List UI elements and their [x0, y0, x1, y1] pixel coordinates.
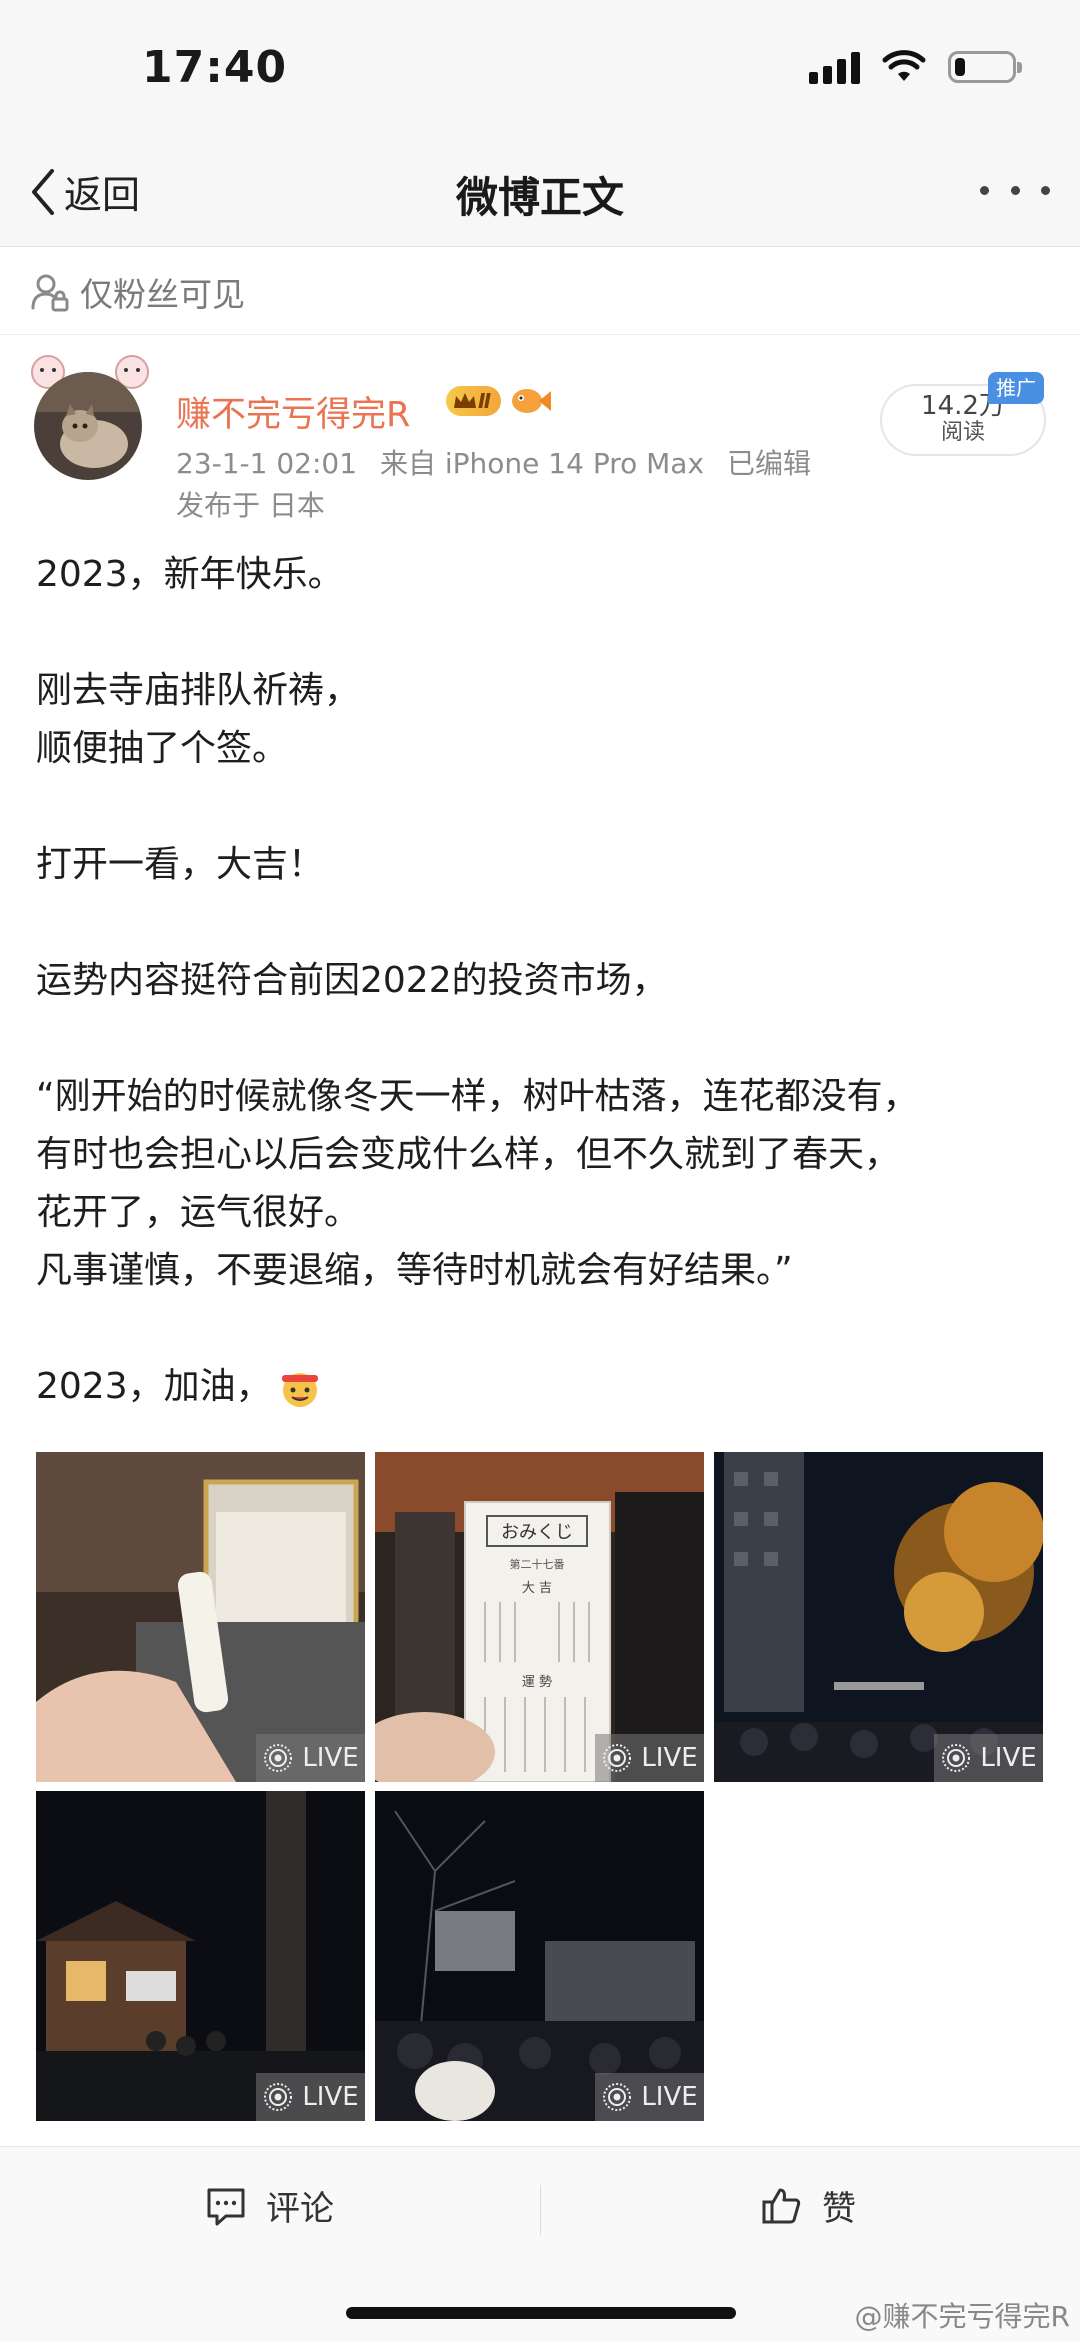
- vip-badge[interactable]: Ⅱ: [446, 386, 502, 416]
- post-text-line: [36, 1300, 1046, 1358]
- visibility-label: 仅粉丝可见: [80, 275, 245, 314]
- live-label: LIVE: [641, 1743, 698, 1773]
- thumbs-up-icon: [762, 2188, 801, 2223]
- fans-only-lock-icon: [31, 274, 69, 312]
- more-dot-icon: [1010, 185, 1020, 195]
- live-photo-icon: [264, 1744, 293, 1772]
- nav-bar: 返回 微博正文: [0, 140, 1080, 247]
- read-label: 阅读: [940, 420, 985, 445]
- crown-icon: [454, 393, 476, 408]
- like-button[interactable]: 赞: [760, 2181, 856, 2230]
- post-text-line: 凡事谨慎，不要退缩，等待时机就会有好结果。”: [36, 1250, 793, 1291]
- post-text-line: 打开一看，大吉！: [36, 844, 325, 885]
- live-label: LIVE: [302, 1743, 359, 1773]
- post-text-line: 运势内容挺符合前因2022的投资市场，: [36, 960, 668, 1001]
- live-photo-icon: [603, 2083, 632, 2111]
- post-body: 2023，新年快乐。 刚去寺庙排队祈祷， 顺便抽了个签。 打开一看，大吉！ 运势内容挺符…: [36, 546, 1046, 1416]
- comment-label: 评论: [266, 2189, 334, 2229]
- author-watermark: @赚不完亏得完R: [854, 2300, 1070, 2333]
- live-photo-icon: [264, 2083, 293, 2111]
- more-dot-icon: [1041, 185, 1050, 195]
- live-photo-icon: [603, 1744, 632, 1772]
- comment-icon: [207, 2188, 245, 2225]
- battery-level: [955, 58, 965, 76]
- live-photo-badge: LIVE: [595, 1734, 704, 1782]
- bottom-action-bar: 评论 赞 @赚不完亏得完R: [0, 2146, 1080, 2342]
- slip-subtitle: 第二十七番: [510, 1557, 565, 1571]
- divider: [0, 334, 1080, 335]
- fish-badge-icon[interactable]: [509, 384, 553, 418]
- post-text-line: 2023，新年快乐。: [36, 554, 344, 595]
- live-photo-badge: LIVE: [595, 2073, 704, 2121]
- home-indicator[interactable]: [346, 2307, 736, 2319]
- live-label: LIVE: [980, 1743, 1037, 1773]
- post-text-last: 2023，加油，: [36, 1366, 272, 1407]
- post-photo[interactable]: LIVE: [375, 1791, 704, 2121]
- wifi-icon: [882, 50, 926, 81]
- post-text-line: [36, 1010, 1046, 1068]
- visibility-notice: 仅粉丝可见: [30, 268, 245, 316]
- more-options-button[interactable]: [980, 170, 1050, 210]
- post-photo[interactable]: LIVE: [714, 1452, 1043, 1782]
- author-avatar[interactable]: [34, 372, 142, 480]
- comment-button[interactable]: 评论: [204, 2181, 334, 2230]
- post-source: 来自 iPhone 14 Pro Max: [379, 447, 705, 480]
- post-photo[interactable]: LIVE: [36, 1452, 365, 1782]
- edited-label[interactable]: 已编辑: [727, 447, 811, 480]
- post-text-line: 2023，加油，: [36, 1358, 1046, 1416]
- slip-title: おみくじ: [501, 1522, 573, 1543]
- slip-fortune: 大 吉: [522, 1581, 552, 1596]
- cellular-signal-icon: [809, 50, 860, 84]
- promo-tag[interactable]: 推广: [988, 372, 1044, 404]
- post-meta: 23-1-1 02:01 来自 iPhone 14 Pro Max 已编辑: [176, 442, 825, 482]
- post-text-line: [36, 778, 1046, 836]
- vip-level: Ⅱ: [478, 389, 492, 413]
- status-icons: [809, 50, 1022, 84]
- post-photo[interactable]: おみくじ 第二十七番 大 吉 運 勢 LIVE: [375, 1452, 704, 1782]
- more-dot-icon: [980, 185, 989, 195]
- post-text-line: [36, 894, 1046, 952]
- live-label: LIVE: [641, 2082, 698, 2112]
- post-location: 发布于 日本: [176, 489, 325, 522]
- post-text-line: 顺便抽了个签。: [36, 728, 289, 769]
- post-photo[interactable]: LIVE: [36, 1791, 365, 2121]
- live-photo-badge: LIVE: [256, 2073, 365, 2121]
- post-text-line: 有时也会担心以后会变成什么样，但不久就到了春天，: [36, 1134, 901, 1175]
- post-text-line: [36, 604, 1046, 662]
- slip-section: 運 勢: [522, 1675, 552, 1690]
- author-name[interactable]: 赚不完亏得完R: [176, 386, 410, 437]
- live-photo-icon: [942, 1744, 971, 1772]
- post-text-line: “刚开始的时候就像冬天一样，树叶枯落，连花都没有，: [36, 1076, 919, 1117]
- post-text-line: 花开了，运气很好。: [36, 1192, 361, 1233]
- author-badges: Ⅱ: [446, 384, 553, 418]
- post-text-line: 刚去寺庙排队祈祷，: [36, 670, 361, 711]
- live-photo-badge: LIVE: [256, 1734, 365, 1782]
- action-divider: [540, 2185, 541, 2235]
- battery-icon: [948, 51, 1022, 83]
- cheer-emoji-icon: [281, 1373, 318, 1407]
- status-bar: 17:40: [0, 0, 1080, 140]
- page-title: 微博正文: [455, 173, 624, 222]
- status-time: 17:40: [142, 42, 288, 93]
- live-label: LIVE: [302, 2082, 359, 2112]
- live-photo-badge: LIVE: [934, 1734, 1043, 1782]
- like-label: 赞: [822, 2189, 856, 2229]
- post-timestamp: 23-1-1 02:01: [176, 447, 358, 480]
